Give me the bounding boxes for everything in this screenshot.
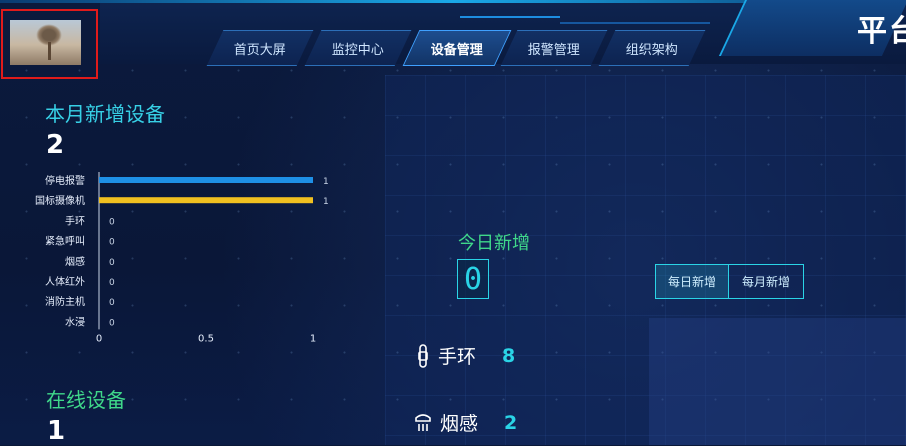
bracelet-icon <box>418 343 428 368</box>
data-label: 0 <box>109 318 115 328</box>
data-label: 0 <box>109 217 115 227</box>
tab-device-management[interactable]: 设备管理 <box>402 30 512 66</box>
data-label: 0 <box>109 278 115 288</box>
new-devices-bar-chart: 停电报警 1国标摄像机 1手环 0紧急呼叫 0烟感 0人体红外 0消防主机 0水浸 00 0.5 1 <box>35 172 329 344</box>
y-tick-label: 水浸 <box>65 316 85 328</box>
y-tick-label: 手环 <box>65 214 85 227</box>
y-tick-label: 国标摄像机 <box>35 194 85 207</box>
y-tick-label: 人体红外 <box>45 275 85 288</box>
tab-label: 组织架构 <box>625 42 678 58</box>
bar <box>99 177 313 183</box>
tab-organization[interactable]: 组织架构 <box>598 30 706 66</box>
online-devices-count: 1 <box>47 416 66 446</box>
header-deco-line <box>460 16 560 18</box>
page-title: 平台 <box>857 14 906 49</box>
tab-label: 报警管理 <box>527 42 580 58</box>
data-label: 0 <box>109 258 115 268</box>
bar <box>99 197 313 204</box>
today-new-title: 今日新增 <box>458 233 530 254</box>
monthly-new-toggle[interactable]: 每月新增 <box>728 264 804 299</box>
data-label: 0 <box>109 238 115 248</box>
data-label: 1 <box>323 197 329 207</box>
daily-new-toggle[interactable]: 每日新增 <box>655 264 729 299</box>
tab-label: 设备管理 <box>430 42 483 58</box>
y-tick-label: 消防主机 <box>45 295 85 308</box>
y-tick-label: 烟感 <box>65 255 85 268</box>
tab-alarm-management[interactable]: 报警管理 <box>500 30 608 66</box>
y-tick-label: 停电报警 <box>45 174 85 187</box>
x-tick-label: 1 <box>310 333 316 344</box>
stat-value: 8 <box>502 344 516 367</box>
stat-value: 2 <box>504 411 518 434</box>
x-tick-label: 0 <box>96 333 102 344</box>
data-label: 1 <box>323 177 329 187</box>
stat-label: 手环 <box>438 346 477 368</box>
map-pane <box>649 318 906 445</box>
x-tick-label: 0.5 <box>198 333 214 344</box>
header-deco-line <box>560 22 710 24</box>
y-tick-label: 紧急呼叫 <box>45 235 85 248</box>
stat-smoke-detector: 烟感 2 <box>414 409 517 436</box>
data-label: 0 <box>109 298 115 308</box>
online-devices-title: 在线设备 <box>46 388 126 412</box>
today-new-digit: 0 <box>457 259 489 299</box>
stat-bracelet: 手环 8 <box>416 342 515 369</box>
smoke-detector-icon <box>415 413 431 431</box>
stat-label: 烟感 <box>440 413 479 435</box>
